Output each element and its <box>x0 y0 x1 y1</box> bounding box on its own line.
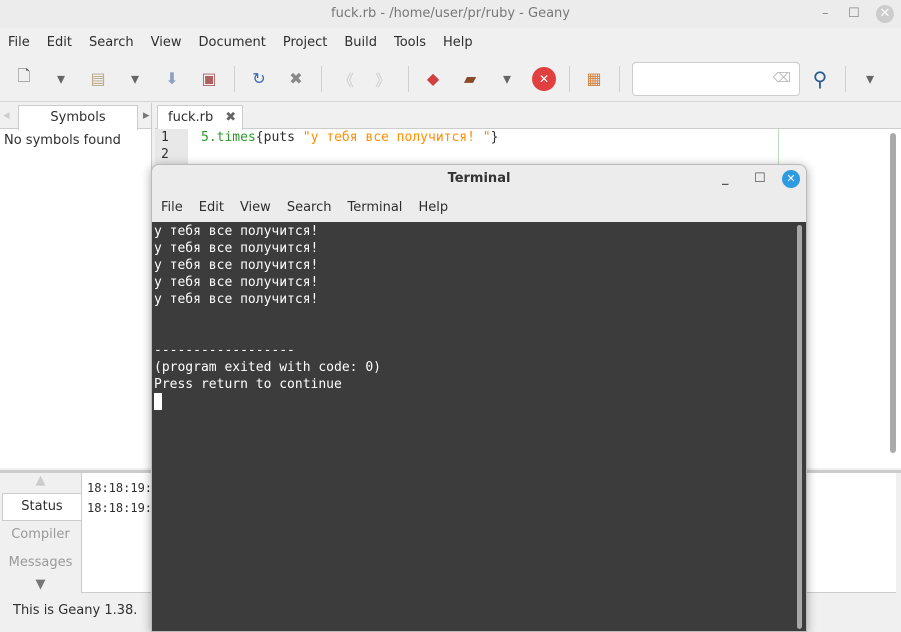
terminal-scrollbar[interactable] <box>797 225 802 629</box>
window-title: fuck.rb - /home/user/pr/ruby - Geany <box>331 6 570 21</box>
code-keyword: puts <box>263 130 303 145</box>
terminal-menubar: File Edit View Search Terminal Help <box>152 193 806 221</box>
terminal-line: у тебя все получится! <box>154 292 319 307</box>
terminal-menu-file[interactable]: File <box>161 200 183 215</box>
minimize-button[interactable]: – <box>822 0 829 28</box>
menu-tools[interactable]: Tools <box>394 35 426 50</box>
line-number: 2 <box>161 147 169 162</box>
separator <box>321 65 322 92</box>
code-string: "у тебя все получится! " <box>302 130 491 145</box>
symbols-empty: No symbols found <box>4 133 121 148</box>
terminal-menu-search[interactable]: Search <box>287 200 332 215</box>
compile-icon[interactable]: ◆ <box>421 67 445 91</box>
separator <box>408 65 409 92</box>
terminal-window: Terminal _ ☐ ✕ File Edit View Search Termina… <box>151 164 807 632</box>
clear-icon[interactable]: ⌫ <box>773 71 791 86</box>
color-chooser-icon[interactable]: ▦ <box>582 67 606 91</box>
chevron-down-icon[interactable]: ▾ <box>123 67 147 91</box>
menu-view[interactable]: View <box>151 35 182 50</box>
terminal-minimize-button[interactable]: _ <box>722 165 729 193</box>
close-tab-icon[interactable]: ✖ <box>225 110 236 125</box>
terminal-menu-edit[interactable]: Edit <box>199 200 224 215</box>
terminal-line: Press return to continue <box>154 377 342 392</box>
terminal-menu-terminal[interactable]: Terminal <box>347 200 402 215</box>
close-button[interactable]: ✕ <box>876 5 894 23</box>
menu-help[interactable]: Help <box>443 35 473 50</box>
scroll-up-icon[interactable]: ▲ <box>0 473 81 493</box>
back-icon[interactable]: 《 <box>334 67 358 91</box>
search-input[interactable]: ⌫ <box>632 61 800 96</box>
sidebar: ◂ Symbols ▸ No symbols found <box>0 103 152 468</box>
menu-search[interactable]: Search <box>89 35 134 50</box>
tab-symbols[interactable]: Symbols <box>18 105 138 130</box>
toolbar: 🗋 ▾ ▤ ▾ ⬇ ▣ ↻ ✖ 《》 ◆ ▰ ▾ ✕ ▦ ⌫ ⚲ ▾ <box>0 56 901 102</box>
tab-scroll-right-icon[interactable]: ▸ <box>143 108 150 123</box>
menubar: File Edit Search View Document Project Build To… <box>0 28 901 56</box>
close-file-icon[interactable]: ✖ <box>284 67 308 91</box>
code-method: .times <box>208 130 256 145</box>
save-icon[interactable]: ⬇ <box>160 67 184 91</box>
maximize-button[interactable]: ☐ <box>848 0 860 28</box>
chevron-down-icon[interactable]: ▾ <box>858 67 882 91</box>
terminal-line: у тебя все получится! <box>154 275 319 290</box>
terminal-line: у тебя все получится! <box>154 258 319 273</box>
terminal-cursor <box>154 393 162 410</box>
forward-icon[interactable]: 》 <box>371 67 395 91</box>
menu-file[interactable]: File <box>8 35 30 50</box>
editor-scrollbar[interactable] <box>890 133 896 453</box>
terminal-title: Terminal <box>447 171 511 186</box>
terminal-line: у тебя все получится! <box>154 241 319 256</box>
terminal-line: (program exited with code: 0) <box>154 360 381 375</box>
line-number: 1 <box>161 130 169 145</box>
tab-status[interactable]: Status <box>2 493 81 521</box>
code-brace: } <box>490 130 499 145</box>
separator <box>845 65 846 92</box>
tab-scroll-left-icon[interactable]: ◂ <box>3 108 10 123</box>
terminal-maximize-button[interactable]: ☐ <box>754 165 766 193</box>
new-file-icon[interactable]: 🗋 <box>12 66 36 91</box>
terminal-line: ------------------ <box>154 343 295 358</box>
terminal-line: у тебя все получится! <box>154 224 319 239</box>
tab-file-label: fuck.rb <box>168 110 214 125</box>
code-line[interactable]: 5.times{puts "у тебя все получится! "} <box>201 129 498 146</box>
code-number: 5 <box>201 130 209 145</box>
tab-messages[interactable]: Messages <box>0 549 81 577</box>
save-all-icon[interactable]: ▣ <box>197 67 221 91</box>
terminal-menu-view[interactable]: View <box>240 200 271 215</box>
scroll-down-icon[interactable]: ▼ <box>0 577 81 592</box>
stop-icon[interactable]: ✕ <box>532 66 556 91</box>
chevron-down-icon[interactable]: ▾ <box>49 67 73 91</box>
menu-document[interactable]: Document <box>198 35 265 50</box>
code-brace: { <box>255 130 264 145</box>
menu-build[interactable]: Build <box>344 35 377 50</box>
menu-project[interactable]: Project <box>283 35 327 50</box>
build-icon[interactable]: ▰ <box>458 67 482 91</box>
terminal-menu-help[interactable]: Help <box>418 200 448 215</box>
window-titlebar: fuck.rb - /home/user/pr/ruby - Geany – ☐… <box>0 0 901 28</box>
tab-compiler[interactable]: Compiler <box>0 521 81 549</box>
separator <box>234 65 235 92</box>
separator <box>619 65 620 92</box>
chevron-down-icon[interactable]: ▾ <box>495 67 519 91</box>
search-icon[interactable]: ⚲ <box>808 67 832 91</box>
terminal-close-button[interactable]: ✕ <box>782 170 800 188</box>
separator <box>569 65 570 92</box>
open-file-icon[interactable]: ▤ <box>86 67 110 91</box>
terminal-screen[interactable]: у тебя все получится! у тебя все получитс… <box>152 222 806 631</box>
reload-icon[interactable]: ↻ <box>247 67 271 91</box>
menu-edit[interactable]: Edit <box>47 35 72 50</box>
tab-file[interactable]: fuck.rb ✖ <box>157 105 243 130</box>
